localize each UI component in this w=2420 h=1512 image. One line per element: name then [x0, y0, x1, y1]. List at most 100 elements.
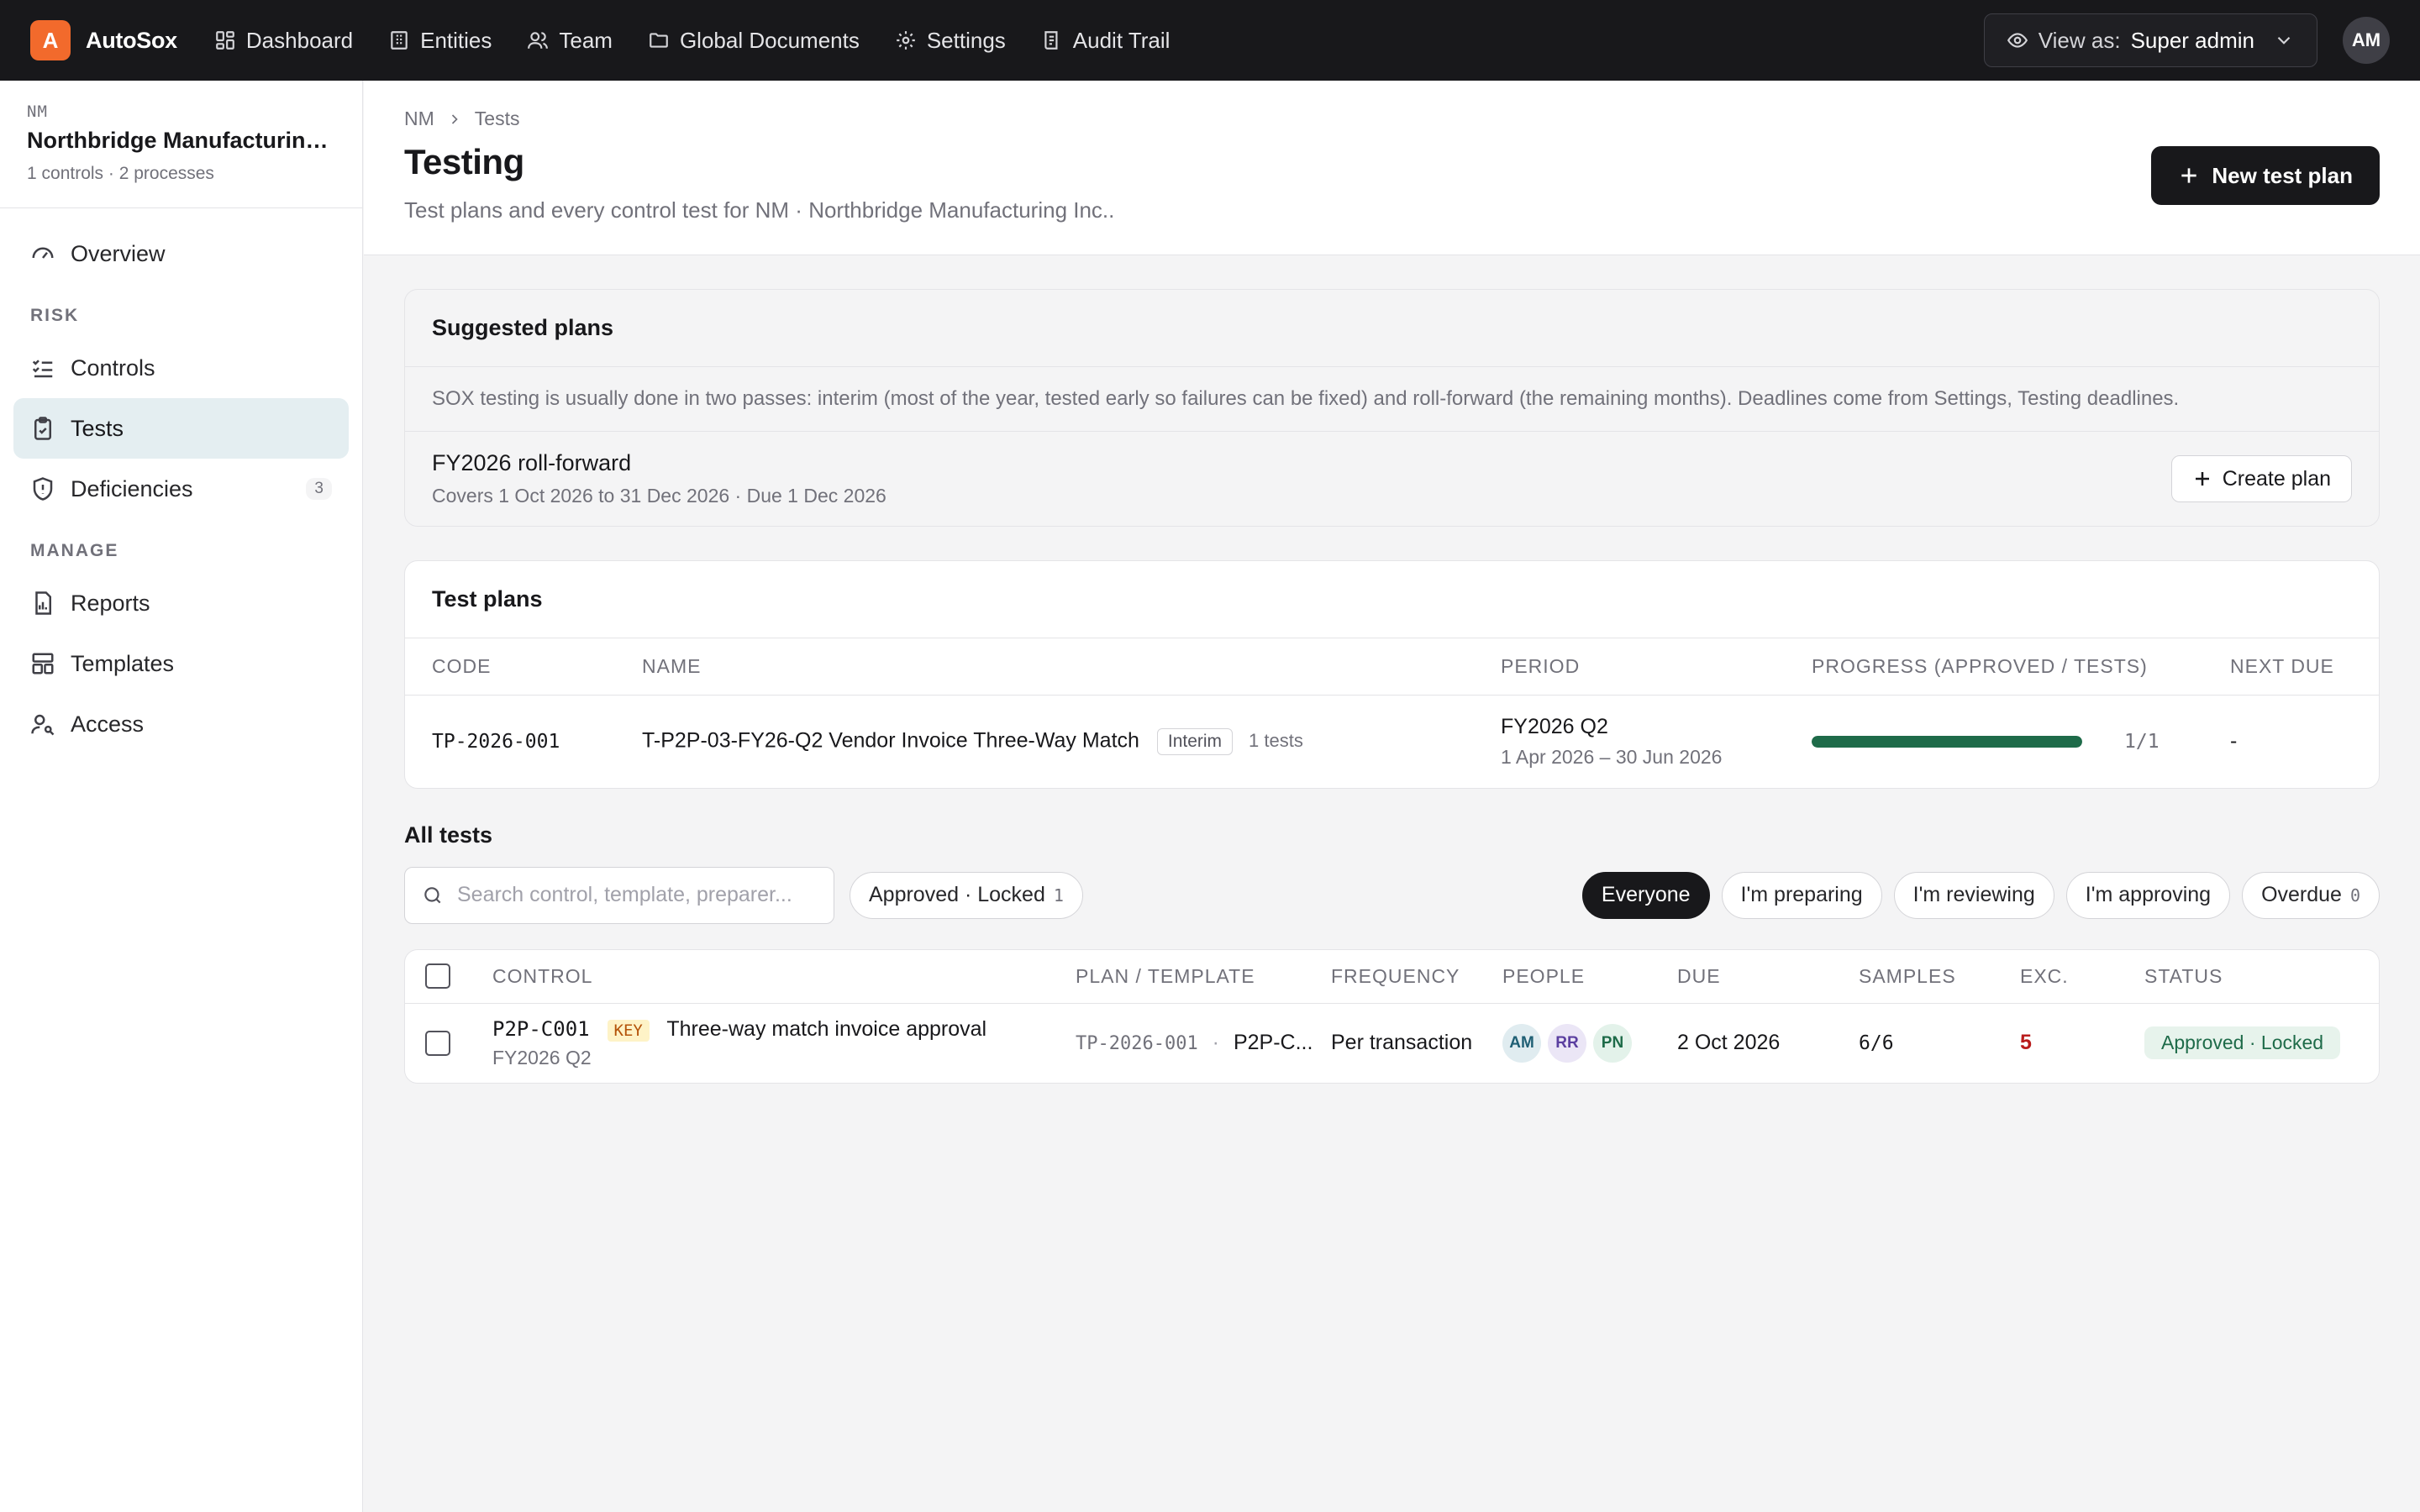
suggested-plans-title: Suggested plans: [432, 315, 614, 340]
col-status[interactable]: STATUS: [2144, 949, 2379, 1004]
entity-meta: 1 controls · 2 processes: [27, 164, 214, 183]
scope-approving[interactable]: I'm approving: [2065, 871, 2231, 919]
new-test-plan-button[interactable]: New test plan: [2151, 146, 2380, 205]
nav-audit-trail[interactable]: Audit Trail: [1041, 28, 1170, 54]
suggested-plans-note: SOX testing is usually done in two passe…: [405, 366, 2379, 432]
progress-text: 1/1: [2124, 730, 2160, 753]
search-input[interactable]: [457, 883, 810, 907]
plan-progress: 1/1: [1812, 731, 2203, 753]
sidebar-item-reports[interactable]: Reports: [13, 573, 349, 633]
brand[interactable]: A AutoSox: [30, 20, 177, 60]
clipboard-check-icon: [34, 417, 51, 440]
col-plan-template[interactable]: PLAN / TEMPLATE: [1076, 949, 1331, 1004]
shield-alert-icon: [33, 477, 53, 501]
content-area: Suggested plans SOX testing is usually d…: [364, 255, 2420, 1151]
topbar-right: View as: Super admin AM: [1983, 13, 2390, 67]
col-name[interactable]: NAME: [615, 638, 1474, 696]
sidebar-item-templates[interactable]: Templates: [13, 633, 349, 694]
view-as-role: Super admin: [2130, 27, 2254, 53]
sidebar-item-overview[interactable]: Overview: [13, 223, 349, 284]
scope-everyone[interactable]: Everyone: [1581, 871, 1710, 919]
dashboard-icon: [216, 31, 234, 50]
col-people[interactable]: PEOPLE: [1502, 949, 1677, 1004]
scope-preparing[interactable]: I'm preparing: [1721, 871, 1882, 919]
col-period[interactable]: PERIOD: [1474, 638, 1785, 696]
sidebar-item-access[interactable]: Access: [13, 694, 349, 754]
nav-entities[interactable]: Entities: [388, 28, 492, 54]
app-name: AutoSox: [86, 27, 177, 53]
plan-code[interactable]: TP-2026-001: [1076, 1033, 1198, 1054]
avatar[interactable]: RR: [1548, 1023, 1586, 1063]
key-badge: KEY: [607, 1019, 650, 1042]
audit-icon: [1044, 31, 1058, 50]
gauge-icon: [32, 247, 54, 259]
nav-settings[interactable]: Settings: [895, 28, 1006, 54]
progress-fill: [1812, 735, 2082, 748]
user-avatar[interactable]: AM: [2343, 17, 2390, 64]
entity-header[interactable]: NM Northbridge Manufacturing Inc. 1 cont…: [0, 81, 362, 208]
tests-filters: Approved · Locked 1 Everyone I'm prepari…: [404, 866, 2380, 924]
table-header-row: CONTROL PLAN / TEMPLATE FREQUENCY PEOPLE…: [405, 949, 2379, 1004]
plan-name[interactable]: T-P2P-03-FY26-Q2 Vendor Invoice Three-Wa…: [642, 728, 1139, 752]
pill-label: Approved · Locked: [869, 883, 1045, 906]
col-code[interactable]: CODE: [405, 638, 615, 696]
row-checkbox[interactable]: [425, 1030, 450, 1056]
col-control[interactable]: CONTROL: [492, 949, 1076, 1004]
status-filter-pill[interactable]: Approved · Locked 1: [850, 871, 1083, 919]
page-title: Testing: [404, 142, 524, 181]
scope-pills: Everyone I'm preparing I'm reviewing I'm…: [1581, 871, 2380, 919]
frequency: Per transaction: [1331, 1031, 1473, 1055]
table-row[interactable]: TP-2026-001 T-P2P-03-FY26-Q2 Vendor Invo…: [405, 696, 2379, 788]
pill-label: Overdue: [2261, 883, 2342, 906]
main-content: NM Tests Testing Test plans and every co…: [364, 81, 2420, 1512]
sidebar-section-manage: MANAGE: [30, 541, 119, 560]
entity-code: NM: [27, 102, 48, 121]
sidebar-item-label: Controls: [71, 354, 155, 381]
avatar[interactable]: PN: [1593, 1023, 1632, 1063]
table-row[interactable]: P2P-C001 KEY Three-way match invoice app…: [405, 1003, 2379, 1083]
sidebar-item-tests[interactable]: Tests: [13, 398, 349, 459]
eye-icon: [2007, 33, 2028, 48]
select-all-checkbox[interactable]: [425, 963, 450, 990]
plan-type-chip: Interim: [1156, 727, 1234, 755]
sidebar-item-label: Templates: [71, 650, 175, 676]
view-as-select[interactable]: View as: Super admin: [1983, 13, 2317, 67]
sidebar-item-deficiencies[interactable]: Deficiencies 3: [13, 459, 349, 519]
pill-count: 1: [1053, 885, 1064, 906]
status-badge: Approved · Locked: [2144, 1026, 2341, 1060]
progress-bar: [1812, 735, 2082, 748]
control-name[interactable]: Three-way match invoice approval: [666, 1017, 986, 1041]
overdue-filter-pill[interactable]: Overdue 0: [2242, 871, 2380, 919]
col-progress[interactable]: PROGRESS (APPROVED / TESTS): [1785, 638, 2203, 696]
button-label: New test plan: [2212, 162, 2353, 188]
samples: 6/6: [1859, 1032, 1894, 1055]
plan-period-range: 1 Apr 2026 – 30 Jun 2026: [1501, 745, 1723, 768]
nav-team[interactable]: Team: [527, 28, 613, 54]
scope-reviewing[interactable]: I'm reviewing: [1893, 871, 2054, 919]
nav-dashboard[interactable]: Dashboard: [214, 28, 353, 54]
checklist-icon: [32, 360, 53, 378]
sidebar-item-controls[interactable]: Controls: [13, 338, 349, 398]
tests-table-card: CONTROL PLAN / TEMPLATE FREQUENCY PEOPLE…: [404, 948, 2380, 1084]
plus-icon: [2181, 168, 2197, 183]
nav-global-documents[interactable]: Global Documents: [648, 28, 860, 54]
gear-icon: [897, 31, 915, 50]
col-next-due[interactable]: NEXT DUE: [2203, 638, 2379, 696]
template-name[interactable]: P2P-C...: [1234, 1031, 1313, 1054]
suggested-plan-name: FY2026 roll-forward: [432, 450, 632, 475]
side-nav: Overview RISK Controls Tests Deficiencie…: [0, 208, 362, 769]
plan-next-due: -: [2230, 729, 2238, 753]
breadcrumb-root[interactable]: NM: [404, 108, 434, 130]
due-date: 2 Oct 2026: [1677, 1031, 1781, 1055]
col-due[interactable]: DUE: [1677, 949, 1859, 1004]
plus-icon: [2195, 472, 2209, 486]
view-as-label: View as:: [2038, 27, 2121, 53]
avatar[interactable]: AM: [1502, 1023, 1541, 1063]
search-box[interactable]: [404, 866, 834, 924]
sidebar-item-label: Access: [71, 711, 145, 737]
col-samples[interactable]: SAMPLES: [1859, 949, 2020, 1004]
col-frequency[interactable]: FREQUENCY: [1331, 949, 1502, 1004]
col-exceptions[interactable]: EXC.: [2020, 949, 2144, 1004]
people-avatars: AM RR PN: [1502, 1023, 1677, 1063]
create-plan-button[interactable]: Create plan: [2170, 455, 2352, 502]
